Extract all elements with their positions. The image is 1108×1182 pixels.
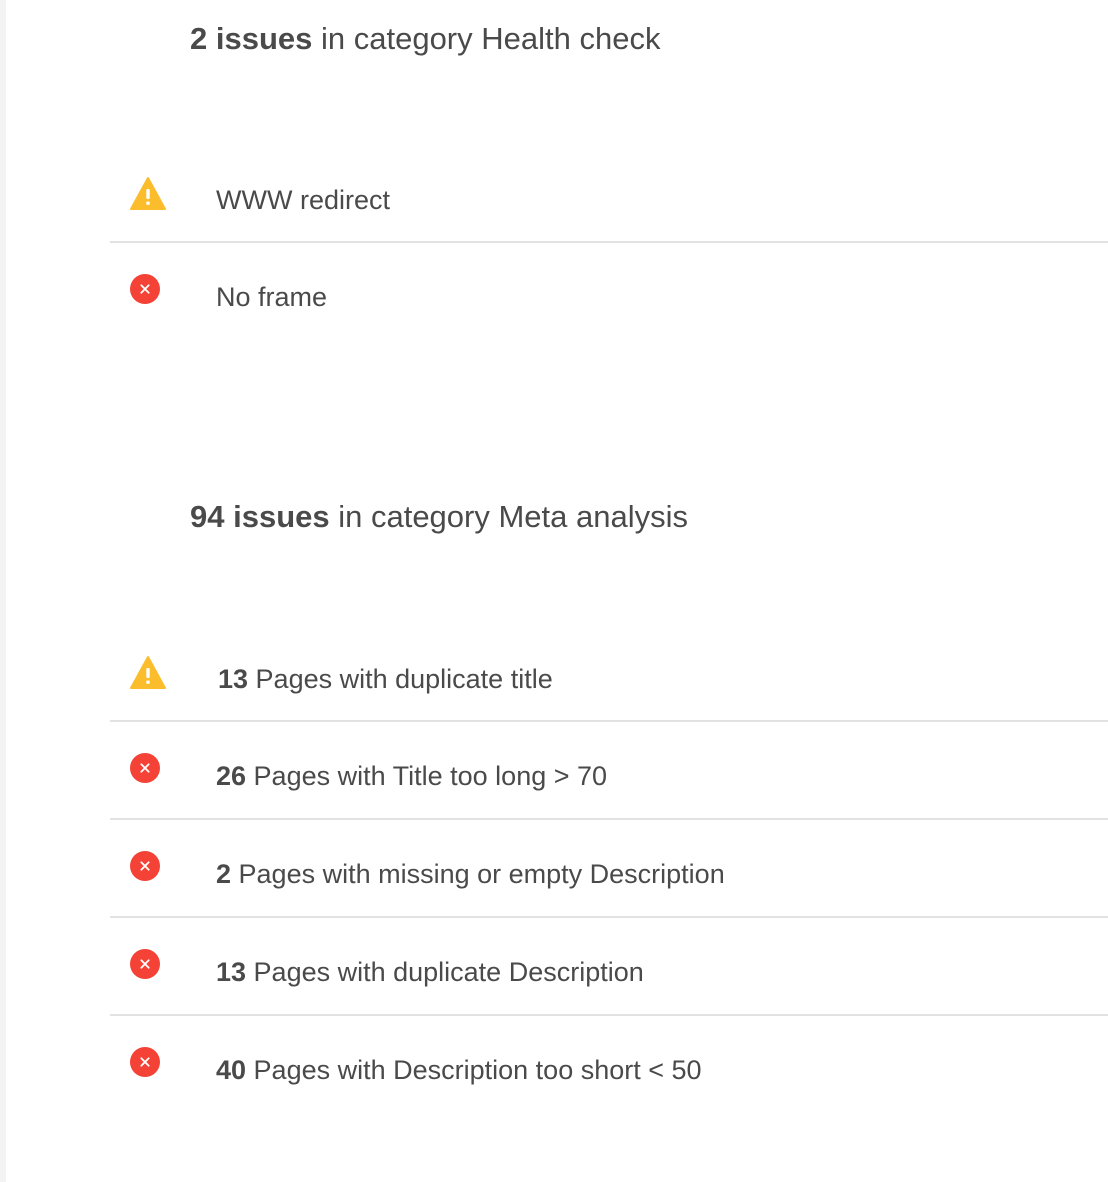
- issue-list: 13 Pages with duplicate title 26 Pages w…: [110, 625, 1108, 1114]
- issue-row[interactable]: 13 Pages with duplicate Description: [110, 918, 1108, 1016]
- issue-label: 13 Pages with duplicate title: [218, 663, 553, 695]
- issue-row[interactable]: 13 Pages with duplicate title: [110, 625, 1108, 722]
- issue-row[interactable]: No frame: [110, 243, 1108, 340]
- issue-count: 94 issues: [190, 499, 330, 534]
- warning-triangle-icon: [130, 656, 166, 689]
- issue-description: Pages with duplicate title: [248, 664, 553, 694]
- error-circle-icon: [130, 1047, 160, 1077]
- issue-number: 26: [216, 761, 247, 791]
- category-label: in category Health check: [312, 21, 661, 56]
- issue-label: No frame: [216, 281, 327, 313]
- issue-label: 13 Pages with duplicate Description: [216, 956, 644, 988]
- error-circle-icon: [130, 949, 160, 979]
- issue-description: Pages with missing or empty Description: [231, 859, 725, 889]
- error-circle-icon: [130, 851, 160, 881]
- error-circle-icon: [130, 274, 160, 304]
- issue-number: 2: [216, 859, 232, 889]
- issue-description: Pages with Title too long > 70: [246, 761, 608, 791]
- issue-number: 13: [218, 664, 249, 694]
- left-border: [0, 0, 6, 1182]
- issue-description: Pages with duplicate Description: [246, 957, 644, 987]
- issue-label: 40 Pages with Description too short < 50: [216, 1054, 702, 1086]
- error-circle-icon: [130, 753, 160, 783]
- issue-label: WWW redirect: [216, 184, 390, 216]
- issue-row[interactable]: WWW redirect: [110, 146, 1108, 243]
- issue-description: No frame: [216, 282, 328, 312]
- issue-list: WWW redirect No frame: [110, 146, 1108, 340]
- category-title: 94 issues in category Meta analysis: [190, 499, 688, 535]
- category-title: 2 issues in category Health check: [190, 21, 660, 57]
- issue-number: 40: [216, 1055, 247, 1085]
- issue-count: 2 issues: [190, 21, 313, 56]
- warning-triangle-icon: [130, 177, 166, 210]
- issue-row[interactable]: 40 Pages with Description too short < 50: [110, 1016, 1108, 1114]
- issue-description: Pages with Description too short < 50: [246, 1055, 702, 1085]
- issue-number: 13: [216, 957, 247, 987]
- issue-label: 2 Pages with missing or empty Descriptio…: [216, 858, 725, 890]
- issue-row[interactable]: 26 Pages with Title too long > 70: [110, 722, 1108, 820]
- issue-label: 26 Pages with Title too long > 70: [216, 760, 607, 792]
- category-label: in category Meta analysis: [329, 499, 689, 534]
- issue-description: WWW redirect: [216, 185, 390, 215]
- issue-row[interactable]: 2 Pages with missing or empty Descriptio…: [110, 820, 1108, 918]
